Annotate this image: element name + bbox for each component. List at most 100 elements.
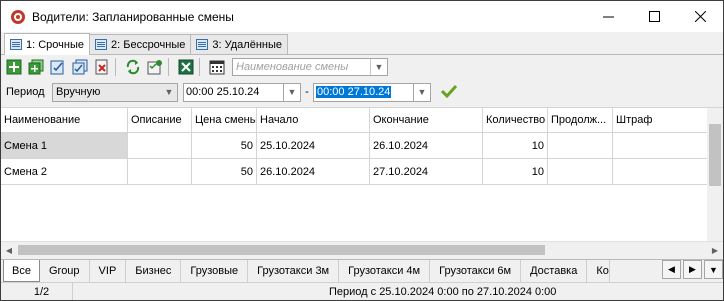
cell-count[interactable]: 10 xyxy=(483,133,548,158)
cell-name[interactable]: Смена 1 xyxy=(1,133,128,158)
group-tab-cargo-3m[interactable]: Грузотакси 3м xyxy=(248,260,340,282)
close-icon xyxy=(694,11,706,22)
vertical-scrollbar[interactable] xyxy=(707,108,723,258)
group-tab-cargo-4m[interactable]: Грузотакси 4м xyxy=(339,260,431,282)
group-tab-all[interactable]: Все xyxy=(3,260,40,282)
cell-end[interactable]: 26.10.2024 xyxy=(370,133,483,158)
cell-start[interactable]: 26.10.2024 xyxy=(257,159,370,184)
delete-icon xyxy=(95,59,108,75)
cell-duration[interactable] xyxy=(548,133,613,158)
cell-description[interactable] xyxy=(128,133,192,158)
calendar-grid-icon xyxy=(209,60,225,75)
triangle-right-icon: ▶ xyxy=(689,264,696,274)
column-header-duration[interactable]: Продолж... xyxy=(548,108,613,132)
column-header-end[interactable]: Окончание xyxy=(370,108,483,132)
column-header-count[interactable]: Количество xyxy=(483,108,548,132)
page-counter: 1/2 xyxy=(1,283,73,300)
period-from-input[interactable]: 00:00 25.10.24 ▼ xyxy=(183,82,301,102)
calendar-button[interactable] xyxy=(208,58,226,76)
tabs-next-button[interactable]: ▶ xyxy=(683,260,702,279)
chevron-down-icon[interactable]: ▼ xyxy=(283,83,300,101)
scroll-right-arrow-icon[interactable]: ▶ xyxy=(707,242,723,258)
edit-multiple-button[interactable] xyxy=(71,58,89,76)
chevron-down-icon[interactable]: ▼ xyxy=(161,84,177,101)
export-excel-button[interactable] xyxy=(177,58,195,76)
chevron-down-icon[interactable]: ▼ xyxy=(413,83,430,101)
column-header-price[interactable]: Цена смены xyxy=(192,108,257,132)
edit-button[interactable] xyxy=(49,58,67,76)
cell-duration[interactable] xyxy=(548,159,613,184)
period-mode-value: Вручную xyxy=(56,86,101,98)
grid-header: Наименование Описание Цена смены Начало … xyxy=(1,108,707,133)
close-button[interactable] xyxy=(677,1,723,32)
main-window: Водители: Запланированные смены 1: Срочн… xyxy=(0,0,724,301)
settings-button[interactable] xyxy=(146,58,164,76)
calendar-icon xyxy=(196,39,209,50)
group-tab-business[interactable]: Бизнес xyxy=(126,260,182,282)
cell-penalty[interactable] xyxy=(613,159,707,184)
group-tab-partial-label: Ко xyxy=(596,265,609,277)
column-header-penalty[interactable]: Штраф xyxy=(613,108,707,132)
cell-start[interactable]: 25.10.2024 xyxy=(257,133,370,158)
toolbar-separator xyxy=(168,58,169,76)
add-copy-button[interactable] xyxy=(27,58,45,76)
tab-unlimited-label: 2: Бессрочные xyxy=(111,38,186,51)
calendar-icon xyxy=(10,39,22,50)
toolbar: Наименование смены ▼ xyxy=(1,55,723,79)
toolbar-separator xyxy=(199,58,200,76)
tab-deleted[interactable]: 3: Удалённые xyxy=(190,34,288,54)
edit-multiple-icon xyxy=(72,59,88,75)
shift-name-placeholder: Наименование смены xyxy=(236,61,349,73)
group-tab-vip[interactable]: VIP xyxy=(89,260,127,282)
period-to-input[interactable]: 00:00 27.10.24 ▼ xyxy=(313,82,431,102)
table-row[interactable]: Смена 1 50 25.10.2024 26.10.2024 10 xyxy=(1,133,707,159)
edit-icon xyxy=(50,60,64,75)
add-button[interactable] xyxy=(5,58,23,76)
app-logo-icon xyxy=(11,9,25,24)
group-tab-group[interactable]: Group xyxy=(39,260,90,282)
column-header-name[interactable]: Наименование xyxy=(1,108,128,132)
maximize-icon xyxy=(648,11,660,22)
tab-unlimited[interactable]: 2: Бессрочные xyxy=(89,34,192,54)
minimize-button[interactable] xyxy=(585,1,631,32)
tab-urgent-label: 1: Срочные xyxy=(26,38,84,51)
column-header-description[interactable]: Описание xyxy=(128,108,192,132)
period-label: Период xyxy=(6,86,45,98)
status-bar: 1/2 Период с 25.10.2024 0:00 по 27.10.20… xyxy=(1,282,723,300)
refresh-button[interactable] xyxy=(124,58,142,76)
cell-price[interactable]: 50 xyxy=(192,159,257,184)
horizontal-scrollbar[interactable]: ◀ ▶ xyxy=(1,241,723,258)
horizontal-scroll-thumb[interactable] xyxy=(18,245,545,255)
cell-end[interactable]: 27.10.2024 xyxy=(370,159,483,184)
group-tab-trucks[interactable]: Грузовые xyxy=(181,260,249,282)
tab-deleted-label: 3: Удалённые xyxy=(212,38,282,51)
column-header-start[interactable]: Начало xyxy=(257,108,370,132)
chevron-down-icon[interactable]: ▼ xyxy=(370,59,387,75)
tabs-prev-button[interactable]: ◀ xyxy=(662,260,681,279)
cell-count[interactable]: 10 xyxy=(483,159,548,184)
shift-name-combo[interactable]: Наименование смены ▼ xyxy=(232,58,388,76)
period-mode-select[interactable]: Вручную ▼ xyxy=(52,82,178,102)
group-tab-cargo-6m[interactable]: Грузотакси 6м xyxy=(430,260,522,282)
cell-name[interactable]: Смена 2 xyxy=(1,159,128,184)
scroll-left-arrow-icon[interactable]: ◀ xyxy=(1,242,17,258)
minimize-icon xyxy=(602,16,614,18)
table-row[interactable]: Смена 2 50 26.10.2024 27.10.2024 10 xyxy=(1,159,707,185)
tab-urgent[interactable]: 1: Срочные xyxy=(4,33,90,55)
title-bar: Водители: Запланированные смены xyxy=(1,1,723,32)
maximize-button[interactable] xyxy=(631,1,677,32)
group-tab-delivery[interactable]: Доставка xyxy=(521,260,588,282)
group-tabs: Все Group VIP Бизнес Грузовые Грузотакси… xyxy=(1,259,723,282)
excel-icon xyxy=(178,59,194,75)
delete-button[interactable] xyxy=(93,58,111,76)
vertical-scroll-thumb[interactable] xyxy=(709,124,721,186)
tabs-menu-button[interactable]: ▼ xyxy=(704,260,723,279)
cell-price[interactable]: 50 xyxy=(192,133,257,158)
group-tab-partial[interactable]: Ко xyxy=(587,260,611,282)
cell-description[interactable] xyxy=(128,159,192,184)
add-copy-icon xyxy=(28,59,44,75)
shift-type-tabs: 1: Срочные 2: Бессрочные 3: Удалённые xyxy=(1,32,723,55)
cell-penalty[interactable] xyxy=(613,133,707,158)
add-icon xyxy=(6,59,22,75)
apply-period-button[interactable] xyxy=(440,84,458,101)
